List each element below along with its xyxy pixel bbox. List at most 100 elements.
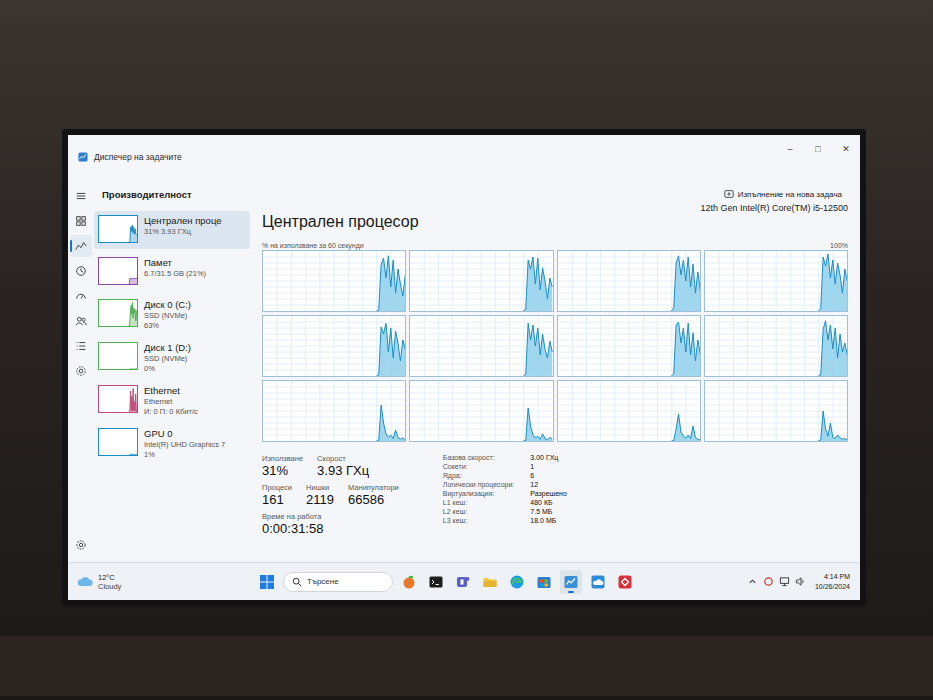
taskbar-app[interactable] [533, 570, 555, 594]
new-task-icon [724, 189, 734, 199]
device-name: Диск 1 (D:) [144, 342, 191, 353]
stat-row: Използване31% Скорост3.93 ГХц [262, 454, 399, 478]
device-text: EthernetEthernetИ: 0 П: 0 Кбит/с [144, 385, 198, 416]
nav-item[interactable] [70, 310, 92, 332]
cpu-specs: Базова скорост:3.00 ГХцСокети:1Ядра:6Лог… [443, 454, 567, 536]
settings-button[interactable] [70, 534, 92, 556]
core-graph [704, 250, 848, 312]
spec-label: L1 кеш: [443, 499, 515, 506]
terminal-icon [428, 574, 444, 590]
device-thumbnail [98, 215, 138, 243]
stat: Време на работа0:00:31:58 [262, 512, 323, 536]
weather-description: Cloudy [98, 582, 121, 591]
stat-row: Време на работа0:00:31:58 [262, 512, 399, 536]
spec-label: Базова скорост: [443, 454, 515, 461]
device-mini-graph [99, 216, 137, 242]
core-graph [409, 380, 553, 442]
nav-item[interactable] [70, 185, 92, 207]
nav-item[interactable] [70, 210, 92, 232]
magnifier-icon [292, 577, 302, 587]
chevron-up-icon[interactable] [747, 576, 758, 587]
device-item[interactable]: Централен проце31% 3.93 ГХц [94, 211, 250, 249]
photo-scene: Диспечер на задачите–□✕ПроизводителностИ… [0, 0, 933, 700]
device-text: Памет6.7/31.5 GB (21%) [144, 257, 206, 287]
weather-widget[interactable]: 12°CCloudy [76, 573, 256, 591]
stat-label: Използване [262, 454, 303, 463]
nav-item[interactable] [70, 260, 92, 282]
taskbar-app[interactable] [398, 570, 420, 594]
menu-icon [75, 190, 87, 202]
window-control-button[interactable]: □ [804, 139, 832, 159]
search-box[interactable]: Търсене [283, 572, 393, 592]
run-new-task-button[interactable]: Изпълнение на нова задача [720, 186, 846, 202]
core-graph [262, 250, 406, 312]
stat-value: 66586 [348, 492, 399, 507]
device-detail: 31% 3.93 ГХц [144, 227, 222, 236]
spec-value: 7.5 МБ [530, 508, 567, 515]
speaker-icon[interactable] [795, 576, 806, 587]
device-name: GPU 0 [144, 428, 225, 439]
taskbar-app[interactable] [479, 570, 501, 594]
security-icon[interactable] [763, 576, 774, 587]
processes-icon [75, 215, 87, 227]
device-item[interactable]: Диск 0 (C:)SSD (NVMe)63% [94, 295, 250, 334]
device-item[interactable]: Диск 1 (D:)SSD (NVMe)0% [94, 338, 250, 377]
core-usage-chart [558, 316, 700, 376]
device-thumbnail [98, 385, 138, 413]
weather-text: 12°CCloudy [98, 573, 121, 591]
device-item[interactable]: EthernetEthernetИ: 0 П: 0 Кбит/с [94, 381, 250, 420]
network-icon[interactable] [779, 576, 790, 587]
spec-label: Логически процесори: [443, 481, 515, 488]
stat-label: Манипулатори [348, 483, 399, 492]
core-usage-chart [410, 316, 552, 376]
nav-item[interactable] [70, 235, 92, 257]
spec-value: 18.0 МБ [530, 517, 567, 524]
cpu-panel: Централен процесор12th Gen Intel(R) Core… [254, 209, 860, 562]
window-controls: –□✕ [776, 139, 860, 159]
details-icon [75, 340, 87, 352]
window-control-button[interactable]: ✕ [832, 139, 860, 159]
taskbar-app[interactable] [587, 570, 609, 594]
taskbar-app[interactable] [614, 570, 636, 594]
core-graph [409, 250, 553, 312]
device-name: Памет [144, 257, 206, 268]
performance-view: Централен проце31% 3.93 ГХц Памет6.7/31.5… [94, 209, 860, 562]
device-text: Диск 1 (D:)SSD (NVMe)0% [144, 342, 191, 373]
window-control-button[interactable]: – [776, 139, 804, 159]
stat-value: 3.93 ГХц [317, 463, 369, 478]
core-usage-chart [263, 381, 405, 441]
startup-icon [75, 290, 87, 302]
nav-item[interactable] [70, 285, 92, 307]
taskbar-apps: Търсене [256, 570, 747, 594]
core-usage-chart [558, 251, 700, 311]
app-icon [617, 574, 633, 590]
stat-label: Нишки [306, 483, 334, 492]
taskbar-app[interactable] [506, 570, 528, 594]
stat-value: 31% [262, 463, 303, 478]
device-thumbnail [98, 299, 138, 327]
clock[interactable]: 4:14 PM10/26/2024 [815, 572, 850, 592]
core-graph [704, 315, 848, 377]
nav-item[interactable] [70, 360, 92, 382]
device-item[interactable]: GPU 0Intel(R) UHD Graphics 71% [94, 424, 250, 463]
clock-time: 4:14 PM [824, 572, 850, 582]
device-thumbnail [98, 428, 138, 456]
history-icon [75, 265, 87, 277]
core-graph [557, 380, 701, 442]
stat: Манипулатори66586 [348, 483, 399, 507]
screen: Диспечер на задачите–□✕ПроизводителностИ… [68, 135, 860, 600]
stat-label: Скорост [317, 454, 369, 463]
page-title: Производителност [102, 189, 192, 200]
core-usage-chart [410, 251, 552, 311]
device-thumbnail [98, 257, 138, 285]
taskbar-app[interactable] [452, 570, 474, 594]
weather-temperature: 12°C [98, 573, 121, 582]
core-usage-chart [705, 251, 847, 311]
device-item[interactable]: Памет6.7/31.5 GB (21%) [94, 253, 250, 291]
start-button[interactable] [256, 570, 278, 594]
taskbar-app[interactable] [425, 570, 447, 594]
nav-item[interactable] [70, 335, 92, 357]
taskbar-app[interactable] [560, 570, 582, 594]
content-area: Производителност Изпълнение на нова задач… [94, 179, 860, 562]
core-graph [262, 315, 406, 377]
